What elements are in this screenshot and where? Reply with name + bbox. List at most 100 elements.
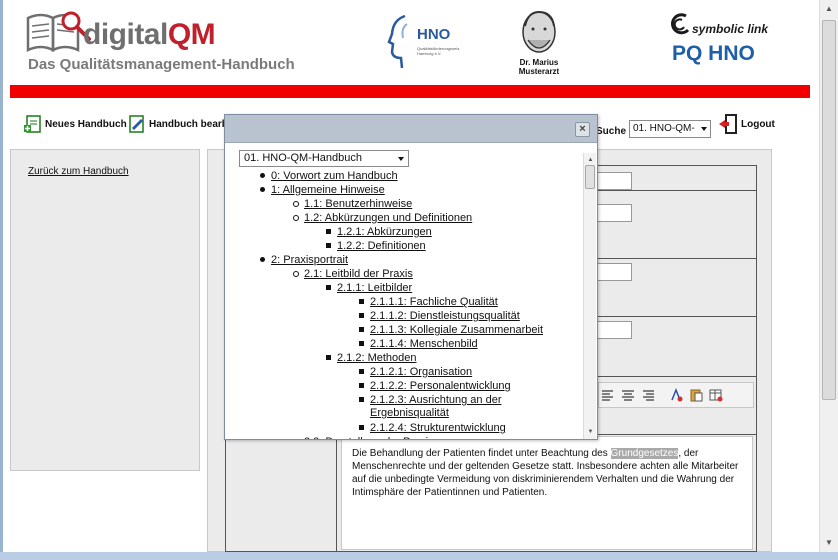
editor-text-part-1: Die Behandlung der Patienten findet unte…: [352, 448, 611, 459]
tree-bullet-icon: [293, 215, 299, 221]
pq-hno-text: PQ HNO: [672, 42, 755, 65]
swirl-logo-icon: [670, 13, 690, 35]
new-document-icon: [24, 115, 41, 133]
tree-bullet-icon: [326, 229, 331, 234]
paste-icon[interactable]: [689, 388, 703, 402]
tree-item: 2.1.2.2: Personalentwicklung: [359, 380, 511, 393]
logout-button[interactable]: Logout: [718, 112, 775, 136]
tree-bullet-icon: [359, 383, 364, 388]
symbolic-link-text: symbolic link: [692, 22, 769, 36]
tree-item-link[interactable]: 1.2.2: Definitionen: [337, 240, 426, 252]
tree-item: 2.1.1: Leitbilder: [326, 282, 412, 295]
form-column-divider: [336, 434, 337, 551]
tree-item-link[interactable]: 2.1.2.1: Organisation: [370, 366, 472, 378]
bust-portrait-logo-icon: [522, 10, 556, 53]
tree-item-link[interactable]: 2: Praxisportrait: [271, 254, 348, 266]
tree-bullet-icon: [359, 313, 364, 318]
tree-item: 2.1.1.1: Fachliche Qualität: [359, 296, 498, 309]
tree-item: 1.2.1: Abkürzungen: [326, 226, 432, 239]
tree-item: 2.1: Leitbild der Praxis: [293, 268, 413, 281]
tree-bullet-icon: [359, 327, 364, 332]
form-input-4[interactable]: [596, 321, 632, 339]
tree-item-link[interactable]: 1.2: Abkürzungen und Definitionen: [304, 212, 472, 224]
tree-item: 1.2: Abkürzungen und Definitionen: [293, 212, 472, 225]
form-input-1[interactable]: [596, 172, 632, 190]
window-frame-bottom: [0, 552, 838, 560]
tree-bullet-icon: [359, 369, 364, 374]
scroll-down-arrow-icon[interactable]: ▼: [585, 427, 596, 437]
tree-item-link[interactable]: 0: Vorwort zum Handbuch: [271, 170, 398, 182]
tree-bullet-icon: [260, 257, 265, 262]
tree-item: 1: Allgemeine Hinweise: [260, 184, 385, 197]
align-center-icon[interactable]: [621, 388, 635, 402]
chevron-down-icon: [398, 157, 404, 161]
header-red-bar: [10, 85, 810, 98]
tree-item-link[interactable]: 2.1.1.4: Menschenbild: [370, 338, 478, 350]
new-handbook-button[interactable]: Neues Handbuch: [24, 112, 127, 136]
search-handbook-select[interactable]: 01. HNO-QM-: [629, 120, 711, 138]
logo-word-qm: QM: [167, 18, 216, 51]
tree-item: 2.1.1.2: Dienstleistungsqualität: [359, 310, 520, 323]
handbook-select[interactable]: 01. HNO-QM-Handbuch: [239, 150, 409, 167]
tree-item-link[interactable]: 2.1.1.2: Dienstleistungsqualität: [370, 310, 520, 322]
logo-word-digital: digital: [83, 18, 168, 51]
dialog-scrollbar-thumb[interactable]: [585, 165, 595, 189]
insert-table-icon[interactable]: [709, 388, 723, 402]
text-color-icon[interactable]: [669, 388, 683, 402]
tree-item: 2.1.2.3: Ausrichtung an der Ergebnisquali…: [359, 394, 501, 420]
page-scrollbar-thumb[interactable]: [822, 20, 836, 400]
tree-item: 2.2: Darstellung der Praxis: [304, 436, 434, 439]
logout-label: Logout: [741, 118, 775, 130]
close-icon[interactable]: ×: [575, 122, 590, 137]
tree-item: 2.1.1.4: Menschenbild: [359, 338, 478, 351]
scroll-up-arrow-icon[interactable]: ▲: [821, 1, 837, 17]
tree-item-link[interactable]: 2.1.2.4: Strukturentwicklung: [370, 422, 506, 434]
edit-document-icon: [129, 115, 144, 133]
scroll-down-arrow-icon[interactable]: ▼: [821, 535, 837, 551]
digitalqm-logo[interactable]: digitalQM Das Qualitätsmanagement-Handbu…: [25, 8, 295, 78]
window-frame-left: [0, 0, 3, 560]
dialog-scrollbar[interactable]: ▲ ▼: [583, 153, 596, 439]
tree-item-link[interactable]: 2.1.2: Methoden: [337, 352, 417, 364]
tree-item: 1.1: Benutzerhinweise: [293, 198, 412, 211]
tree-bullet-icon: [326, 243, 331, 248]
tree-item-link[interactable]: 1.1: Benutzerhinweise: [304, 198, 412, 210]
page-scrollbar[interactable]: ▲ ▼: [819, 0, 838, 552]
new-handbook-label: Neues Handbuch: [45, 118, 127, 130]
align-left-icon[interactable]: [601, 388, 615, 402]
editor-content[interactable]: Die Behandlung der Patienten findet unte…: [352, 447, 747, 499]
symbolic-link-logo: symbolic link PQ HNO: [668, 8, 788, 70]
tree-bullet-icon: [260, 187, 265, 192]
scroll-up-arrow-icon[interactable]: ▲: [585, 155, 596, 165]
form-input-3[interactable]: [596, 263, 632, 281]
edit-handbook-label: Handbuch bearb: [149, 118, 228, 130]
edit-handbook-button[interactable]: Handbuch bearb: [128, 112, 228, 136]
tree-bullet-icon: [293, 201, 299, 207]
tree-item: 0: Vorwort zum Handbuch: [260, 170, 398, 183]
head-profile-logo-icon: [387, 14, 408, 69]
align-right-icon[interactable]: [641, 388, 655, 402]
form-input-2[interactable]: [596, 204, 632, 222]
tree-item-link[interactable]: 2.1.1: Leitbilder: [337, 282, 412, 294]
tree-item-link[interactable]: 2.1: Leitbild der Praxis: [304, 268, 413, 280]
dialog-titlebar[interactable]: ×: [225, 115, 597, 143]
tree-item-link[interactable]: 1.2.1: Abkürzungen: [337, 226, 432, 238]
tree-bullet-icon: [359, 425, 364, 430]
tree-item-link[interactable]: 2.1.1.3: Kollegiale Zusammenarbeit: [370, 324, 543, 336]
back-to-handbook-link[interactable]: Zurück zum Handbuch: [28, 166, 129, 177]
editor-toolbar: [598, 382, 754, 408]
hno-subtitle: Qualitätsförderungsnetz Hamburg e.V.: [417, 46, 460, 56]
tree-item-link[interactable]: 2.1.2.3: Ausrichtung an der: [370, 394, 501, 406]
rich-text-editor[interactable]: Die Behandlung der Patienten findet unte…: [341, 436, 753, 550]
tree-item-link[interactable]: 2.1.2.2: Personalentwicklung: [370, 380, 511, 392]
tree-bullet-icon: [293, 271, 299, 277]
tree-item-link-continued[interactable]: Ergebnisqualität: [370, 407, 449, 419]
tree-item: 2.1.1.3: Kollegiale Zusammenarbeit: [359, 324, 543, 337]
doctor-logo: Dr. Marius Musterarzt: [500, 8, 578, 78]
tree-item: 1.2.2: Definitionen: [326, 240, 426, 253]
tree-item-link[interactable]: 2.2: Darstellung der Praxis: [304, 436, 434, 439]
tree-item-link[interactable]: 1: Allgemeine Hinweise: [271, 184, 385, 196]
tree-bullet-icon: [260, 173, 265, 178]
tree-bullet-icon: [359, 299, 364, 304]
tree-item-link[interactable]: 2.1.1.1: Fachliche Qualität: [370, 296, 498, 308]
